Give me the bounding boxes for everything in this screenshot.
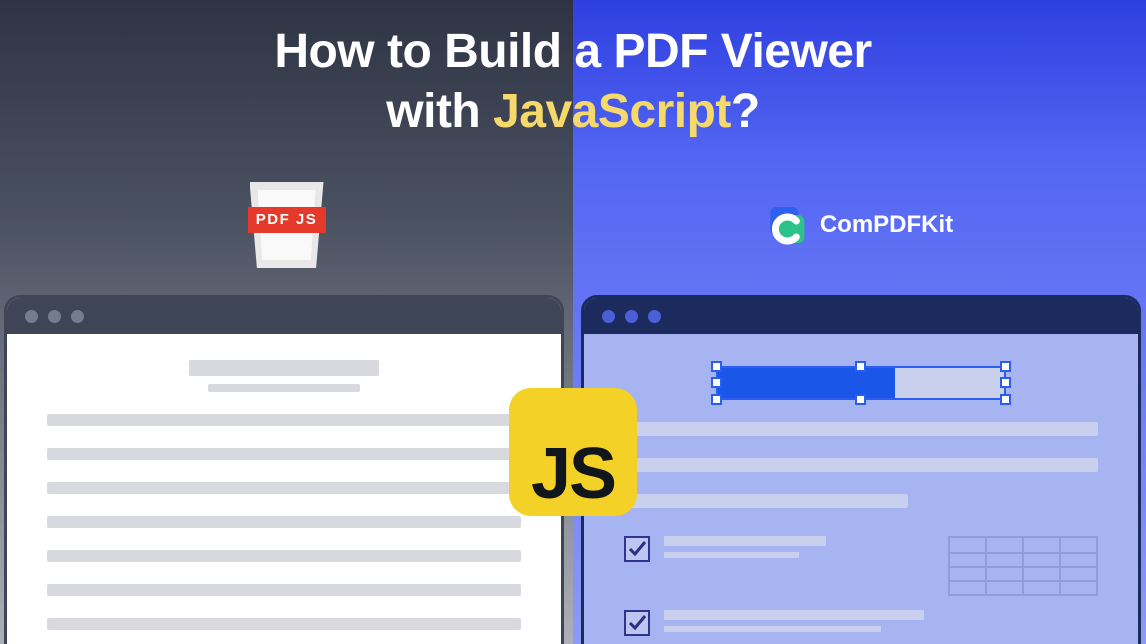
resize-handle-icon — [1000, 394, 1011, 405]
window-dot-icon — [602, 310, 615, 323]
text-line-placeholder — [47, 414, 521, 426]
text-line-placeholder — [47, 516, 521, 528]
window-dot-icon — [25, 310, 38, 323]
window-dot-icon — [71, 310, 84, 323]
text-line-placeholder — [47, 618, 521, 630]
checkbox-checked-icon — [624, 610, 650, 636]
resize-handle-icon — [711, 394, 722, 405]
text-line-placeholder — [47, 448, 521, 460]
text-line-placeholder — [47, 550, 521, 562]
form-row — [624, 610, 1098, 636]
left-panel: PDF JS — [0, 0, 573, 644]
label-placeholder — [664, 610, 1098, 636]
right-panel: ComPDFKit — [573, 0, 1146, 644]
right-mock-window — [581, 295, 1141, 644]
resize-handle-icon — [1000, 377, 1011, 388]
left-mock-window — [4, 295, 564, 644]
compdfkit-logo-text: ComPDFKit — [820, 211, 953, 239]
label-placeholder — [664, 536, 934, 596]
text-line-placeholder — [624, 458, 1098, 472]
text-line-placeholder — [624, 494, 908, 508]
window-dot-icon — [648, 310, 661, 323]
window-dot-icon — [625, 310, 638, 323]
text-line-placeholder — [624, 422, 1098, 436]
progress-fill — [718, 368, 895, 398]
window-titlebar — [584, 298, 1138, 334]
resize-handle-icon — [1000, 361, 1011, 372]
js-badge-text: JS — [531, 438, 615, 510]
doc-heading-placeholder — [189, 360, 379, 392]
table-placeholder — [948, 536, 1098, 596]
right-document-mock — [584, 334, 1138, 644]
text-line-placeholder — [47, 482, 521, 494]
resize-handle-icon — [711, 377, 722, 388]
form-row — [624, 536, 1098, 596]
resize-handle-icon — [855, 361, 866, 372]
left-document-mock — [7, 334, 561, 644]
pdfjs-logo-text: PDF JS — [248, 207, 326, 233]
window-dot-icon — [48, 310, 61, 323]
text-line-placeholder — [47, 584, 521, 596]
resize-handle-icon — [711, 361, 722, 372]
compdfkit-logo: ComPDFKit — [766, 205, 953, 245]
selection-frame — [716, 366, 1006, 400]
javascript-badge-icon: JS — [509, 388, 637, 516]
window-titlebar — [7, 298, 561, 334]
checkbox-checked-icon — [624, 536, 650, 562]
compdfkit-logo-icon — [766, 205, 806, 245]
resize-handle-icon — [855, 394, 866, 405]
pdfjs-logo: PDF JS — [250, 182, 324, 272]
